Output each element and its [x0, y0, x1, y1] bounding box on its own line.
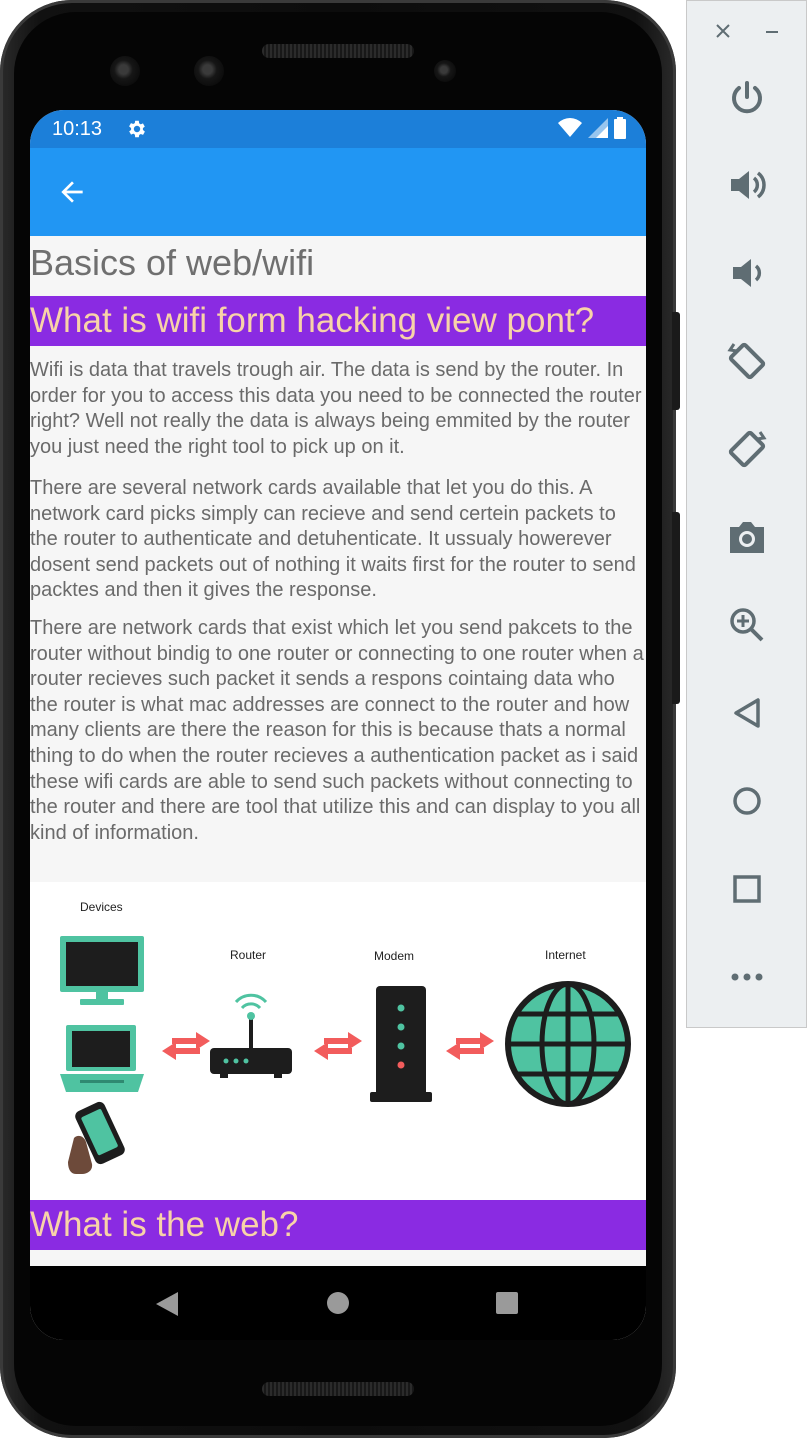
signal-icon: [588, 118, 608, 138]
status-time: 10:13: [52, 118, 103, 140]
volume-down-icon[interactable]: [721, 247, 773, 299]
volume-side-button[interactable]: [672, 512, 680, 704]
battery-icon: [614, 117, 626, 139]
arrows-router-modem-icon: [314, 1032, 362, 1060]
power-icon[interactable]: [721, 71, 773, 123]
close-icon[interactable]: [711, 19, 735, 43]
laptop-icon: [60, 1025, 144, 1092]
monitor-icon: [60, 936, 144, 1005]
arrows-device-router-icon: [162, 1032, 210, 1060]
front-sensor: [434, 60, 456, 82]
volume-up-icon[interactable]: [721, 159, 773, 211]
front-camera-left: [110, 56, 140, 86]
section-heading: What is wifi form hacking view pont?: [30, 296, 646, 346]
wifi-icon: [558, 118, 582, 137]
smartphone-icon: [68, 1101, 125, 1174]
gear-icon: [129, 120, 145, 138]
rotate-right-icon[interactable]: [721, 423, 773, 475]
globe-icon: [505, 981, 631, 1107]
arrow-back-icon[interactable]: [56, 176, 88, 208]
nav-back-icon[interactable]: [156, 1292, 178, 1316]
page-title: Basics of web/wifi: [30, 242, 315, 283]
article-content[interactable]: Basics of web/wifi What is wifi form hac…: [30, 236, 646, 1266]
bottom-speaker: [262, 1382, 414, 1396]
overview-icon[interactable]: [721, 863, 773, 915]
device-screen: 10:13 Basics of web/wifi What is wifi fo…: [30, 110, 646, 1340]
network-diagram: Devices Router Modem Internet: [30, 882, 646, 1200]
emulator-toolbar: [686, 0, 807, 1028]
modem-icon: [370, 986, 432, 1102]
camera-icon[interactable]: [721, 511, 773, 563]
arrows-modem-internet-icon: [446, 1032, 494, 1060]
more-icon[interactable]: [721, 951, 773, 1003]
minimize-icon[interactable]: [760, 19, 784, 43]
system-nav-bar: [30, 1266, 646, 1340]
app-bar: [30, 148, 646, 236]
rotate-left-icon[interactable]: [721, 335, 773, 387]
paragraph: There are several network cards availabl…: [30, 477, 636, 602]
nav-recents-icon[interactable]: [496, 1292, 518, 1314]
top-speaker: [262, 44, 414, 58]
back-icon[interactable]: [721, 687, 773, 739]
zoom-icon[interactable]: [721, 599, 773, 651]
home-icon[interactable]: [721, 775, 773, 827]
front-camera-right: [194, 56, 224, 86]
status-bar: 10:13: [30, 110, 646, 148]
paragraph: Wifi is data that travels trough air. Th…: [30, 359, 642, 458]
paragraph: There are network cards that exist which…: [30, 617, 644, 844]
router-icon: [210, 993, 292, 1078]
nav-home-icon[interactable]: [327, 1292, 349, 1314]
section-heading: What is the web?: [30, 1200, 646, 1250]
power-side-button[interactable]: [672, 312, 680, 410]
